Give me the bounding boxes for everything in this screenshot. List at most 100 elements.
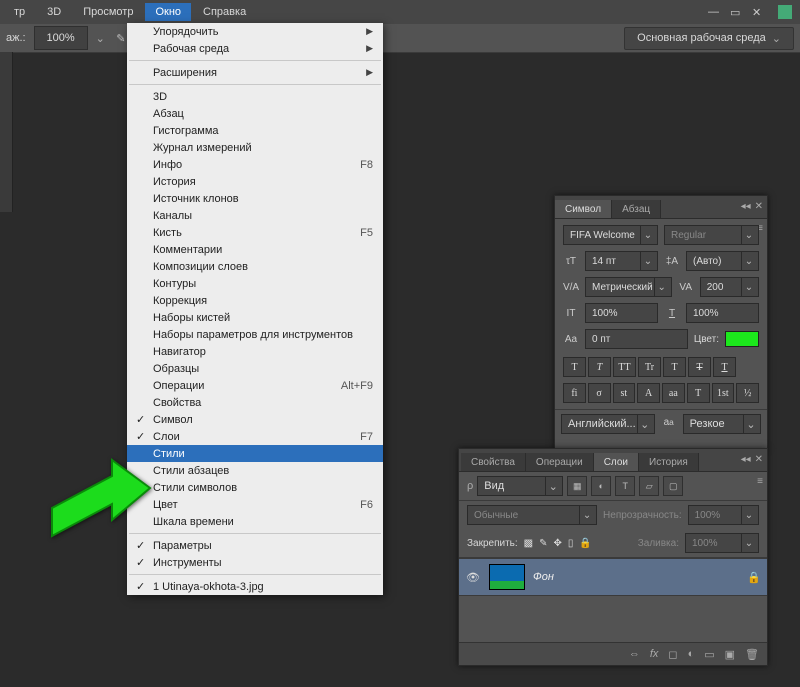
group-icon[interactable]: ▭ xyxy=(704,648,714,661)
opentype-button[interactable]: T xyxy=(687,383,710,403)
opentype-button[interactable]: fi xyxy=(563,383,586,403)
tab-history[interactable]: История xyxy=(639,453,699,471)
blend-mode-select[interactable]: Обычные⌄ xyxy=(467,505,597,525)
menu-item[interactable]: ✓СлоиF7 xyxy=(127,428,383,445)
maximize-icon[interactable]: ▭ xyxy=(730,6,746,18)
menu-item[interactable]: Упорядочить▶ xyxy=(127,23,383,40)
adjustment-icon[interactable]: ◐ xyxy=(688,648,695,660)
menu-item[interactable]: Контуры xyxy=(127,275,383,292)
menu-help[interactable]: Справка xyxy=(193,3,256,21)
panel-collapse-icon[interactable]: ◂◂ xyxy=(741,454,751,465)
tracking-select[interactable]: 200⌄ xyxy=(700,277,759,297)
font-family-select[interactable]: FIFA Welcome⌄ xyxy=(563,225,658,245)
menu-item[interactable]: Образцы xyxy=(127,360,383,377)
menu-item[interactable]: Журнал измерений xyxy=(127,139,383,156)
opentype-button[interactable]: ½ xyxy=(736,383,759,403)
menu-item[interactable]: Шкала времени xyxy=(127,513,383,530)
filter-shape-icon[interactable]: ▱ xyxy=(639,476,659,496)
menu-view[interactable]: Просмотр xyxy=(73,3,143,21)
lock-position-icon[interactable]: ✥ xyxy=(554,538,562,549)
visibility-icon[interactable]: 👁 xyxy=(465,571,481,584)
menu-item[interactable]: ✓Параметры xyxy=(127,537,383,554)
menu-window[interactable]: Окно xyxy=(145,3,191,21)
menu-filter[interactable]: тр xyxy=(4,3,35,21)
new-layer-icon[interactable]: ▣ xyxy=(725,648,735,661)
panel-close-icon[interactable]: ✕ xyxy=(755,454,763,465)
menu-item[interactable]: 3D xyxy=(127,88,383,105)
lock-image-icon[interactable]: ✎ xyxy=(539,538,547,549)
lock-transparency-icon[interactable]: ▩ xyxy=(524,538,533,549)
menu-item[interactable]: ✓Инструменты xyxy=(127,554,383,571)
tab-character[interactable]: Символ xyxy=(555,200,612,218)
tab-actions[interactable]: Операции xyxy=(526,453,594,471)
vscale-input[interactable]: 100% xyxy=(585,303,658,323)
tab-paragraph[interactable]: Абзац xyxy=(612,200,661,218)
menu-item[interactable]: Комментарии xyxy=(127,241,383,258)
menu-item[interactable]: Гистограмма xyxy=(127,122,383,139)
menu-item[interactable]: ЦветF6 xyxy=(127,496,383,513)
font-size-select[interactable]: 14 пт⌄ xyxy=(585,251,658,271)
text-style-button[interactable]: T xyxy=(688,357,711,377)
filter-smart-icon[interactable]: ▢ xyxy=(663,476,683,496)
panel-menu-icon[interactable]: ≡ xyxy=(757,476,763,487)
text-color-swatch[interactable] xyxy=(725,331,759,347)
menu-item[interactable]: ОперацииAlt+F9 xyxy=(127,377,383,394)
baseline-input[interactable]: 0 пт xyxy=(585,329,688,349)
menu-item[interactable]: Рабочая среда▶ xyxy=(127,40,383,57)
zoom-input[interactable]: 100% xyxy=(34,26,88,50)
menu-item[interactable]: Каналы xyxy=(127,207,383,224)
menu-item[interactable]: Стили xyxy=(127,445,383,462)
menu-item[interactable]: Стили символов xyxy=(127,479,383,496)
filter-pixel-icon[interactable]: ▦ xyxy=(567,476,587,496)
menu-item[interactable]: ✓1 Utinaya-okhota-3.jpg xyxy=(127,578,383,595)
menu-3d[interactable]: 3D xyxy=(37,3,71,21)
layer-row[interactable]: 👁 Фон 🔒 xyxy=(459,558,767,596)
menu-item[interactable]: Коррекция xyxy=(127,292,383,309)
text-style-button[interactable]: T xyxy=(563,357,586,377)
delete-icon[interactable]: 🗑 xyxy=(745,648,759,661)
fill-input[interactable]: 100%⌄ xyxy=(685,533,759,553)
menu-item[interactable]: История xyxy=(127,173,383,190)
panel-collapse-icon[interactable]: ◂◂ xyxy=(741,201,751,212)
fx-icon[interactable]: fx xyxy=(650,648,659,660)
menu-item[interactable]: Абзац xyxy=(127,105,383,122)
menu-item[interactable]: Источник клонов xyxy=(127,190,383,207)
opacity-input[interactable]: 100%⌄ xyxy=(688,505,759,525)
text-style-button[interactable]: T xyxy=(713,357,736,377)
leading-select[interactable]: (Авто)⌄ xyxy=(686,251,759,271)
text-style-button[interactable]: T xyxy=(588,357,611,377)
lock-all-icon[interactable]: 🔒 xyxy=(579,538,591,549)
opentype-button[interactable]: st xyxy=(613,383,636,403)
opentype-button[interactable]: aa xyxy=(662,383,685,403)
opentype-button[interactable]: A xyxy=(637,383,660,403)
text-style-button[interactable]: Tr xyxy=(638,357,661,377)
menu-item[interactable]: Наборы параметров для инструментов xyxy=(127,326,383,343)
menu-item[interactable]: Расширения▶ xyxy=(127,64,383,81)
text-style-button[interactable]: T xyxy=(663,357,686,377)
text-style-button[interactable]: TT xyxy=(613,357,636,377)
menu-item[interactable]: ✓Символ xyxy=(127,411,383,428)
kerning-select[interactable]: Метрический⌄ xyxy=(585,277,672,297)
menu-item[interactable]: Навигатор xyxy=(127,343,383,360)
layer-name[interactable]: Фон xyxy=(533,571,554,583)
workspace-switcher[interactable]: Основная рабочая среда ⌄ xyxy=(624,27,794,50)
link-layers-icon[interactable]: ⇔ xyxy=(629,648,640,660)
filter-kind-select[interactable]: Вид⌄ xyxy=(477,476,563,496)
menu-item[interactable]: Композиции слоев xyxy=(127,258,383,275)
opentype-button[interactable]: σ xyxy=(588,383,611,403)
filter-type-icon[interactable]: T xyxy=(615,476,635,496)
menu-item[interactable]: Стили абзацев xyxy=(127,462,383,479)
font-style-select[interactable]: Regular⌄ xyxy=(664,225,759,245)
opentype-button[interactable]: 1st xyxy=(712,383,735,403)
hscale-input[interactable]: 100% xyxy=(686,303,759,323)
menu-item[interactable]: ИнфоF8 xyxy=(127,156,383,173)
chevron-down-icon[interactable]: ⌄ xyxy=(96,32,105,45)
tab-layers[interactable]: Слои xyxy=(594,453,639,471)
panel-close-icon[interactable]: ✕ xyxy=(755,201,763,212)
close-icon[interactable]: ✕ xyxy=(752,6,768,18)
minimize-icon[interactable]: — xyxy=(708,6,724,18)
menu-item[interactable]: Свойства xyxy=(127,394,383,411)
mask-icon[interactable]: ◻ xyxy=(668,648,677,661)
menu-item[interactable]: Наборы кистей xyxy=(127,309,383,326)
tab-properties[interactable]: Свойства xyxy=(461,453,526,471)
